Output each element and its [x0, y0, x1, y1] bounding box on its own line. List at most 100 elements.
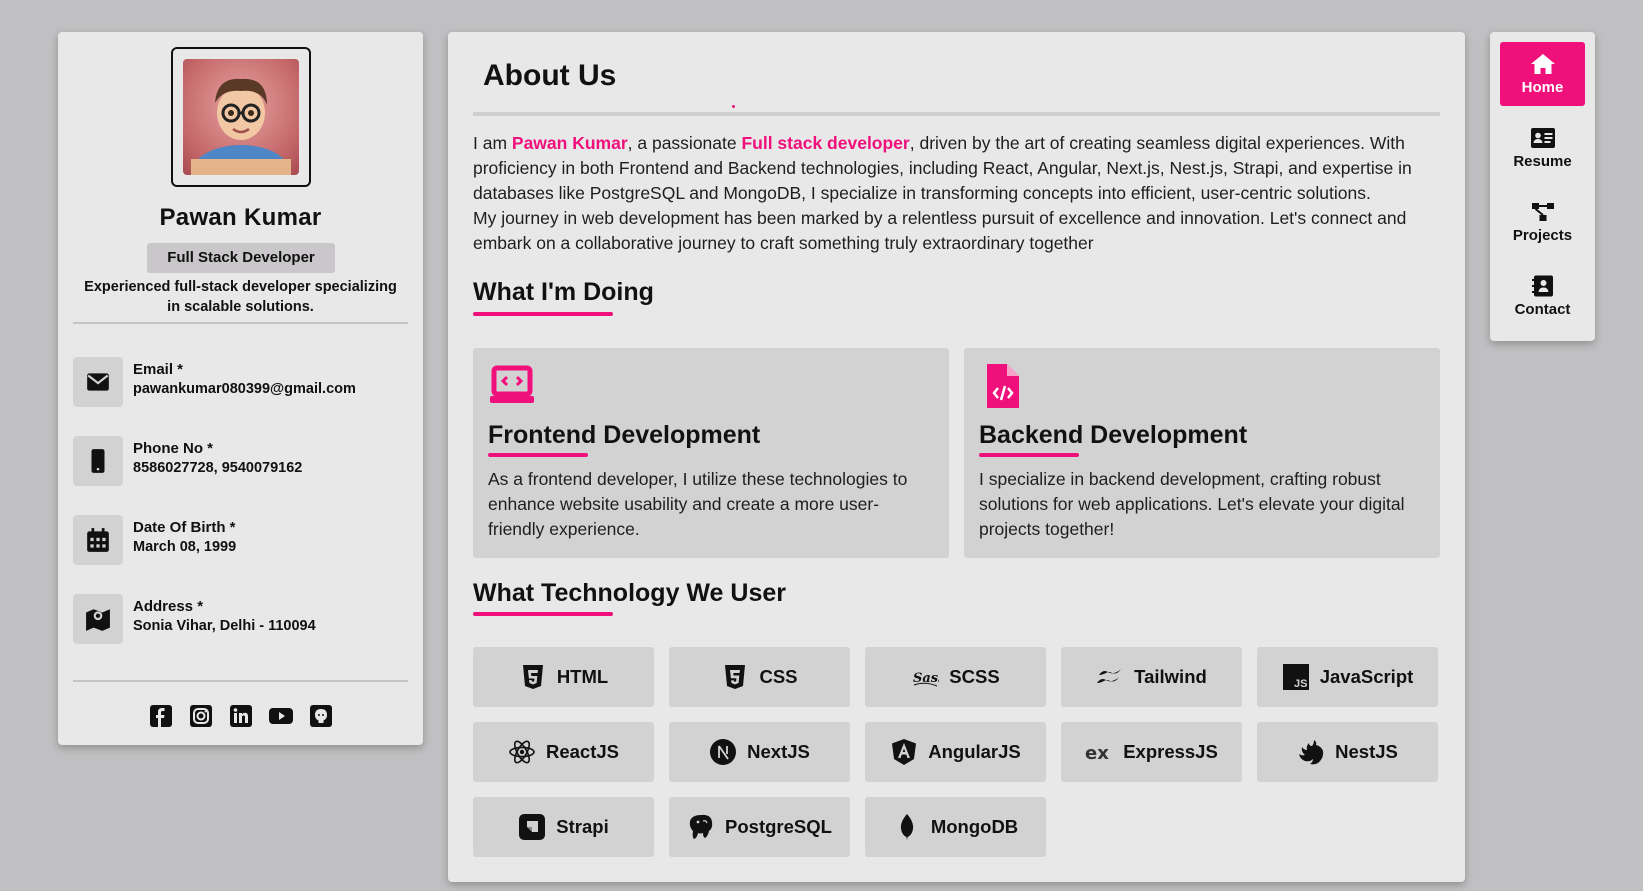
tech-nestjs: NestJS	[1257, 722, 1438, 782]
highlight-name: Pawan Kumar	[511, 133, 628, 153]
tech-label: PostgreSQL	[725, 816, 832, 837]
diagram-icon	[1531, 202, 1554, 221]
service-card-backend: Backend Development I specialize in back…	[964, 348, 1440, 558]
contact-email: Email * pawankumar080399@gmail.com	[73, 357, 408, 409]
facebook-icon[interactable]	[149, 704, 173, 728]
about-text-part: I am	[473, 133, 512, 153]
about-text-part: My journey in web development has been m…	[473, 208, 1407, 253]
accent-dot	[732, 105, 735, 108]
tech-strapi: Strapi	[473, 797, 654, 857]
nav-projects[interactable]: Projects	[1500, 190, 1585, 254]
tech-angularjs: AngularJS	[865, 722, 1046, 782]
contact-label: Email *	[133, 361, 184, 378]
profile-sidebar: Pawan Kumar Full Stack Developer Experie…	[58, 32, 423, 745]
nav-label: Home	[1521, 78, 1564, 96]
postgresql-icon	[687, 813, 715, 841]
service-underline	[979, 453, 1079, 457]
id-card-icon	[1530, 127, 1555, 148]
role-badge: Full Stack Developer	[147, 243, 335, 273]
contact-label: Address *	[133, 598, 204, 615]
tech-label: ExpressJS	[1123, 741, 1218, 762]
about-text: I am Pawan Kumar, a passionate Full stac…	[473, 131, 1433, 256]
nextjs-icon	[709, 738, 737, 766]
doing-title: What I'm Doing	[473, 278, 654, 306]
profile-name: Pawan Kumar	[159, 204, 322, 231]
service-desc: As a frontend developer, I utilize these…	[488, 469, 908, 539]
tech-label: ReactJS	[545, 741, 619, 762]
sass-icon: Sass	[911, 663, 939, 691]
nav-home[interactable]: Home	[1500, 42, 1585, 106]
react-icon	[508, 738, 536, 766]
svg-text:JS: JS	[1294, 678, 1307, 690]
tech-label: CSS	[759, 666, 798, 687]
calendar-icon	[73, 515, 123, 565]
service-title: Frontend Development	[488, 421, 761, 449]
tech-postgresql: PostgreSQL	[669, 797, 850, 857]
mail-icon	[73, 357, 123, 407]
service-desc: I specialize in backend development, cra…	[979, 469, 1405, 539]
tech-javascript: JS JavaScript	[1257, 647, 1438, 707]
file-code-icon	[979, 362, 1027, 410]
laptop-code-icon	[488, 362, 536, 410]
title-underline	[473, 112, 1440, 116]
section-underline	[473, 612, 613, 616]
social-links	[58, 704, 423, 728]
tech-label: MongoDB	[930, 816, 1019, 837]
service-title: Backend Development	[979, 421, 1248, 449]
youtube-icon[interactable]	[268, 704, 293, 728]
tech-label: AngularJS	[928, 741, 1021, 762]
tech-label: Strapi	[556, 816, 609, 837]
instagram-icon[interactable]	[189, 704, 213, 728]
nav-contact[interactable]: Contact	[1500, 264, 1585, 328]
divider	[73, 322, 408, 324]
tech-expressjs: ex ExpressJS	[1061, 722, 1242, 782]
contact-phone: Phone No * 8586027728, 9540079162	[73, 436, 408, 488]
tech-reactjs: ReactJS	[473, 722, 654, 782]
service-underline	[488, 453, 588, 457]
angular-icon	[890, 738, 918, 766]
tailwind-icon	[1096, 663, 1124, 691]
contact-value: Sonia Vihar, Delhi - 110094	[133, 618, 316, 634]
nav-label: Contact	[1514, 300, 1571, 318]
tech-label: JavaScript	[1319, 666, 1414, 687]
tech-tailwind: Tailwind	[1061, 647, 1242, 707]
express-icon: ex	[1085, 738, 1113, 766]
contact-dob: Date Of Birth * March 08, 1999	[73, 515, 408, 567]
javascript-icon: JS	[1282, 663, 1310, 691]
linkedin-icon[interactable]	[229, 704, 253, 728]
service-card-frontend: Frontend Development As a frontend devel…	[473, 348, 949, 558]
contact-value: March 08, 1999	[133, 539, 237, 555]
tech-title: What Technology We User	[473, 579, 787, 607]
main-content: About Us I am Pawan Kumar, a passionate …	[448, 32, 1465, 882]
contact-book-icon	[1531, 275, 1553, 296]
tech-css: CSS	[669, 647, 850, 707]
about-text-part: , a passionate	[627, 133, 742, 153]
tech-label: SCSS	[949, 666, 1000, 687]
github-icon[interactable]	[309, 704, 333, 728]
section-underline	[473, 312, 613, 316]
mongodb-icon	[893, 813, 921, 841]
tech-label: NestJS	[1335, 741, 1398, 762]
contact-value[interactable]: 8586027728, 9540079162	[133, 460, 302, 476]
contact-label: Date Of Birth *	[133, 519, 236, 536]
tech-html: HTML	[473, 647, 654, 707]
contact-address: Address * Sonia Vihar, Delhi - 110094	[73, 594, 408, 646]
contact-value[interactable]: pawankumar080399@gmail.com	[133, 381, 356, 397]
home-icon	[1530, 53, 1555, 74]
avatar-frame	[171, 47, 311, 187]
tech-nextjs: NextJS	[669, 722, 850, 782]
side-navigation: Home Resume Projects Contact	[1490, 32, 1595, 341]
tech-label: Tailwind	[1134, 666, 1207, 687]
tech-label: NextJS	[747, 741, 810, 762]
tech-mongodb: MongoDB	[865, 797, 1046, 857]
tech-label: HTML	[556, 666, 609, 687]
phone-icon	[73, 436, 123, 486]
profile-tagline: Experienced full-stack developer special…	[84, 279, 397, 315]
nav-resume[interactable]: Resume	[1500, 116, 1585, 180]
contact-label: Phone No *	[133, 440, 214, 457]
highlight-role: Full stack developer	[741, 133, 910, 153]
page-title: About Us	[483, 59, 617, 92]
svg-text:ex: ex	[1085, 743, 1109, 764]
avatar	[183, 59, 299, 175]
html5-icon	[519, 663, 547, 691]
